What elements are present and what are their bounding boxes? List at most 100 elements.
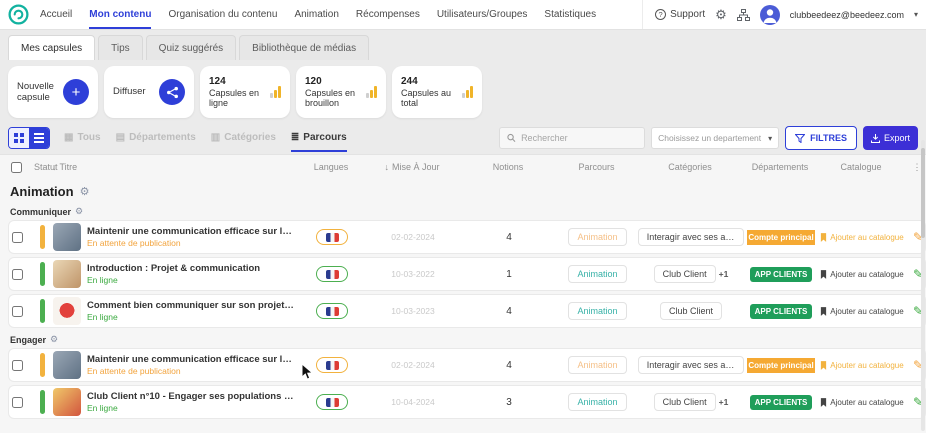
col-parcours: Parcours	[559, 162, 634, 172]
nav-mon-contenu[interactable]: Mon contenu	[89, 0, 151, 29]
nav-animation[interactable]: Animation	[294, 0, 338, 29]
scrollbar-thumb[interactable]	[921, 148, 925, 238]
table-row[interactable]: Club Client n°10 - Engager ses populatio…	[8, 385, 926, 419]
parcours-pill[interactable]: Animation	[568, 302, 626, 320]
language-pill[interactable]	[316, 303, 348, 319]
tab-quiz-suggeres[interactable]: Quiz suggérés	[146, 35, 236, 60]
capsule-title: Maintenir une communication efficace sur…	[87, 226, 296, 237]
category-pill[interactable]: Club Client	[660, 302, 722, 320]
tab-mes-capsules[interactable]: Mes capsules	[8, 35, 95, 60]
tab-bibliotheque-medias[interactable]: Bibliothèque de médias	[239, 35, 369, 60]
parcours-pill[interactable]: Animation	[568, 393, 626, 411]
col-titre[interactable]: ↓Titre	[52, 162, 295, 172]
french-flag-icon	[326, 307, 339, 316]
support-label: Support	[670, 9, 705, 20]
filter-tab-departements[interactable]: ▤ Départements	[116, 124, 196, 152]
capsules-table: Statut ↓Titre Langues ↓Mise À Jour Notio…	[0, 154, 926, 433]
parcours-pill[interactable]: Animation	[568, 356, 626, 374]
departement-badge: APP CLIENTS	[750, 304, 813, 319]
list-icon	[34, 133, 44, 143]
language-pill[interactable]	[316, 394, 348, 410]
row-checkbox[interactable]	[12, 269, 23, 280]
diffuse-button[interactable]: Diffuser	[104, 66, 194, 118]
add-to-catalog-button[interactable]: Ajouter au catalogue	[815, 398, 909, 407]
parcours-pill[interactable]: Animation	[568, 228, 626, 246]
notions-count: 4	[458, 360, 560, 371]
stat-card-capsules-au-total: 244 Capsules au total	[392, 66, 482, 118]
filter-tab-tous[interactable]: ▦ Tous	[64, 124, 101, 152]
grid-view-button[interactable]	[9, 128, 29, 148]
category-pill[interactable]: Club Client	[654, 393, 716, 411]
filter-tab-parcours[interactable]: ≣ Parcours	[291, 124, 347, 152]
category-extra-badge: +1	[719, 269, 729, 279]
department-select[interactable]: Choisissez un departement ▾	[651, 127, 779, 149]
capsule-thumbnail	[53, 223, 81, 251]
new-capsule-button[interactable]: Nouvelle capsule +	[8, 66, 98, 118]
plus-icon: +	[63, 79, 89, 105]
row-checkbox[interactable]	[12, 397, 23, 408]
table-row[interactable]: Comment bien communiquer sur son projet …	[8, 294, 926, 328]
row-checkbox[interactable]	[12, 232, 23, 243]
row-checkbox[interactable]	[12, 306, 23, 317]
department-select-value: Choisissez un departement	[658, 133, 761, 143]
nav-accueil[interactable]: Accueil	[40, 0, 72, 29]
status-bar	[40, 262, 45, 286]
tab-tips[interactable]: Tips	[98, 35, 143, 60]
language-pill[interactable]	[316, 266, 348, 282]
nav-organisation-du-contenu[interactable]: Organisation du contenu	[168, 0, 277, 29]
parcours-pill[interactable]: Animation	[568, 265, 626, 283]
table-row[interactable]: Maintenir une communication efficace sur…	[8, 220, 926, 254]
table-row[interactable]: Maintenir une communication efficace sur…	[8, 348, 926, 382]
account-email[interactable]: clubbeedeez@beedeez.com	[790, 10, 904, 20]
avatar[interactable]	[760, 5, 780, 25]
capsule-status: En ligne	[87, 312, 296, 322]
filter-tabs: ▦ Tous ▤ Départements ▥ Catégories ≣ Par…	[64, 124, 347, 152]
add-to-catalog-button[interactable]: Ajouter au catalogue	[815, 307, 909, 316]
gear-icon[interactable]: ⚙	[75, 206, 83, 217]
top-navigation-bar: Accueil Mon contenu Organisation du cont…	[0, 0, 926, 30]
language-pill[interactable]	[316, 229, 348, 245]
category-pill[interactable]: Interagir avec ses ap...	[638, 228, 744, 246]
stat-label: Capsules au total	[401, 88, 453, 109]
chevron-down-icon[interactable]: ▾	[914, 10, 918, 19]
add-to-catalog-button[interactable]: Ajouter au catalogue	[815, 361, 909, 370]
notions-count: 1	[458, 269, 560, 280]
export-button[interactable]: Export	[863, 126, 918, 150]
add-to-catalog-button[interactable]: Ajouter au catalogue	[815, 233, 909, 242]
select-all-checkbox[interactable]	[11, 162, 22, 173]
bookmark-icon	[820, 361, 827, 370]
departement-badge: APP CLIENTS	[750, 267, 813, 282]
french-flag-icon	[326, 398, 339, 407]
gear-icon[interactable]: ⚙	[50, 334, 58, 345]
capsule-title: Comment bien communiquer sur son projet …	[87, 300, 296, 311]
category-pill[interactable]: Interagir avec ses ap...	[638, 356, 744, 374]
gear-icon[interactable]: ⚙	[80, 185, 90, 198]
row-checkbox[interactable]	[12, 360, 23, 371]
language-pill[interactable]	[316, 357, 348, 373]
bar-chart-icon	[366, 86, 377, 98]
stat-card-capsules-en-brouillon: 120 Capsules en brouillon	[296, 66, 386, 118]
list-view-button[interactable]	[29, 128, 49, 148]
nav-utilisateurs-groupes[interactable]: Utilisateurs/Groupes	[437, 0, 528, 29]
category-pill[interactable]: Club Client	[654, 265, 716, 283]
org-chart-icon[interactable]	[737, 9, 750, 21]
capsule-thumbnail	[53, 351, 81, 379]
filter-tab-categories[interactable]: ▥ Catégories	[211, 124, 276, 152]
status-bar	[40, 390, 45, 414]
group-header-animation: Animation ⚙	[8, 179, 926, 203]
stat-card-capsules-en-ligne: 124 Capsules en ligne	[200, 66, 290, 118]
beedeez-logo-icon[interactable]	[8, 0, 30, 29]
settings-gear-icon[interactable]: ⚙	[715, 7, 727, 23]
scrollbar[interactable]	[921, 140, 925, 431]
table-row[interactable]: Introduction : Projet & communication En…	[8, 257, 926, 291]
filters-button[interactable]: FILTRES	[785, 126, 857, 150]
col-mise-a-jour[interactable]: ↓Mise À Jour	[367, 162, 457, 172]
share-icon	[159, 79, 185, 105]
nav-statistiques[interactable]: Statistiques	[544, 0, 596, 29]
search-input[interactable]	[521, 133, 637, 143]
action-cards-row: Nouvelle capsule + Diffuser 124 Capsules…	[0, 60, 926, 122]
support-button[interactable]: ? Support	[655, 9, 705, 20]
add-to-catalog-button[interactable]: Ajouter au catalogue	[815, 270, 909, 279]
nav-recompenses[interactable]: Récompenses	[356, 0, 420, 29]
departement-badge: Compte principal	[747, 358, 815, 373]
